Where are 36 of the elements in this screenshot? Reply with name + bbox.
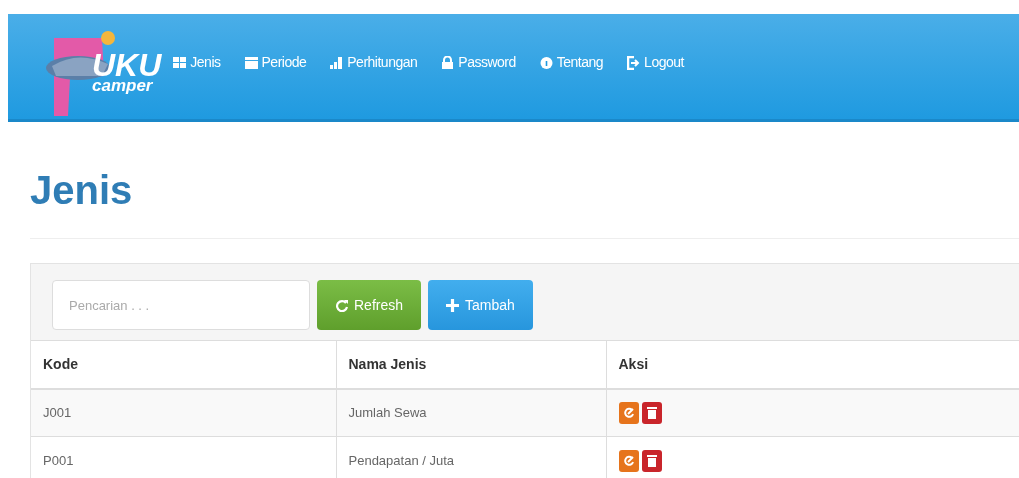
nav-link[interactable]: Jenis	[161, 32, 233, 73]
nav-link[interactable]: Tentang	[527, 32, 616, 73]
bar-chart-icon	[330, 55, 344, 70]
logout-icon	[627, 55, 641, 70]
page-title: Jenis	[30, 167, 134, 214]
search-field[interactable]: Pencarian . . .	[52, 280, 310, 330]
refresh-button[interactable]: Refresh	[317, 280, 422, 330]
nav-link[interactable]: Perhitungan	[318, 32, 430, 73]
logo[interactable]: UKU camper	[42, 28, 162, 118]
table-cell: P001	[31, 436, 336, 478]
logo-subtitle: camper	[92, 79, 154, 94]
column-header: Aksi	[606, 340, 1019, 389]
table-cell: J001	[31, 388, 336, 437]
grid-icon	[173, 55, 187, 70]
plus-icon	[446, 298, 460, 312]
calendar-icon	[244, 55, 258, 70]
nav-link[interactable]: Logout	[615, 32, 696, 73]
column-header: Kode	[31, 340, 336, 389]
nav-link[interactable]: Periode	[232, 32, 319, 73]
delete-button[interactable]	[641, 449, 662, 472]
trash-icon	[646, 406, 657, 420]
edit-button[interactable]	[618, 449, 639, 472]
info-icon	[539, 55, 553, 70]
add-button[interactable]: Tambah	[428, 280, 533, 330]
trash-icon	[646, 454, 657, 468]
lock-icon	[441, 55, 455, 70]
edit-icon	[622, 454, 635, 467]
nav-link[interactable]: Password	[429, 32, 528, 73]
edit-icon	[622, 406, 635, 419]
table-cell: Pendapatan / Juta	[336, 436, 606, 478]
edit-button[interactable]	[618, 401, 639, 424]
column-header: Nama Jenis	[336, 340, 606, 389]
refresh-icon	[335, 298, 348, 312]
logo-title: UKU	[92, 52, 162, 80]
delete-button[interactable]	[641, 401, 662, 424]
table-cell: Jumlah Sewa	[336, 388, 606, 437]
